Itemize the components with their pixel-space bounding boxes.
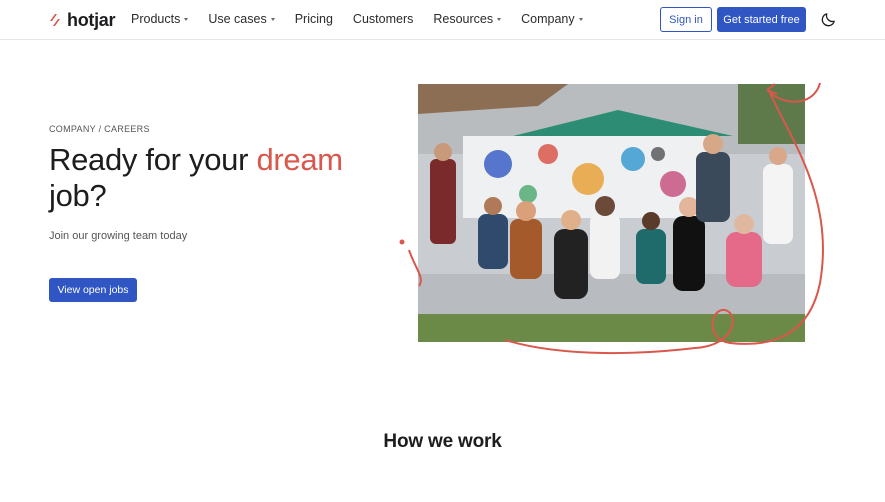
menu-item-company[interactable]: Company [521,12,583,26]
hotjar-logo-icon [50,14,60,26]
menu-item-use-cases[interactable]: Use cases [208,12,275,26]
chevron-down-icon [270,18,275,21]
menu-item-products[interactable]: Products [131,12,189,26]
menu-item-customers[interactable]: Customers [353,12,413,26]
view-open-jobs-button[interactable]: View open jobs [49,278,137,302]
hotjar-logo[interactable]: hotjar [48,9,116,30]
sign-in-button[interactable]: Sign in [660,7,712,32]
title-text: Ready for your [49,142,257,177]
title-accent: dream [256,142,343,177]
chevron-down-icon [184,18,189,21]
team-photo [418,84,805,342]
chevron-down-icon [497,18,502,21]
menu-item-pricing[interactable]: Pricing [295,12,333,26]
get-started-button[interactable]: Get started free [717,7,806,32]
title-text-end: job? [49,178,107,213]
main-menu: Products Use cases Pricing Customers Res… [131,12,583,26]
top-navigation: hotjar Products Use cases Pricing Custom… [0,0,885,40]
page-title: Ready for your dream job? [49,142,369,214]
section-title-how-we-work: How we work [383,431,502,452]
chevron-down-icon [578,18,583,21]
hero-subtitle: Join our growing team today [49,230,188,242]
breadcrumb: COMPANY / CAREERS [49,124,150,134]
menu-item-resources[interactable]: Resources [433,12,502,26]
moon-icon[interactable] [820,11,837,28]
brand-name: hotjar [67,9,116,30]
